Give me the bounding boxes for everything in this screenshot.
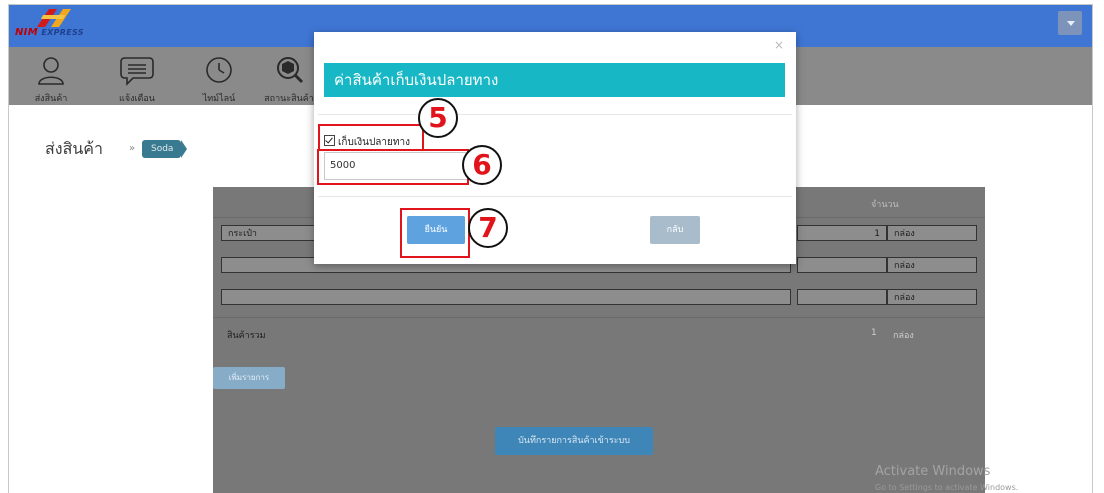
chevron-down-icon [1067,21,1075,26]
logo-mark-icon [37,9,71,27]
nav-item-label: ส่งสินค้า [34,94,68,104]
cod-modal: × ค่าสินค้าเก็บเงินปลายทาง เก็บเงินปลายท… [314,32,796,264]
cod-checkbox[interactable] [324,135,335,146]
step-6-marker: 6 [462,145,502,185]
item-name-input[interactable] [221,289,791,305]
confirm-button[interactable]: ยืนยัน [407,216,465,244]
logo-word: NIM [15,27,38,38]
logo-text: NIM EXPRESS [15,27,84,38]
cod-checkbox-label: เก็บเงินปลายทาง [338,137,410,148]
unit-value: กล่อง [894,229,915,239]
breadcrumb-tag[interactable]: Soda [142,140,188,158]
unit-value: กล่อง [894,261,915,271]
message-icon [120,57,154,86]
nim-express-logo[interactable]: NIM EXPRESS [15,7,101,45]
unit-field: กล่อง [887,225,977,241]
nav-item-notifications[interactable]: แจ้งเตือน [97,47,177,105]
qty-input[interactable] [797,257,887,273]
breadcrumb-separator: » [129,143,136,154]
cod-checkbox-row[interactable]: เก็บเงินปลายทาง [324,135,410,149]
divider [318,114,792,115]
cod-amount-value: 5000 [330,160,356,171]
table-row: กล่อง [213,281,985,313]
nav-item-label: แจ้งเตือน [119,94,155,104]
qty-header: จำนวน [871,200,899,210]
logo-word2: EXPRESS [41,28,84,37]
qty-value: 1 [874,229,880,239]
cod-amount-input[interactable]: 5000 [324,152,470,180]
item-name-value: กระเป๋า [228,229,257,239]
windows-activation-text: Activate Windows [875,464,991,479]
step-5-marker: 5 [418,98,458,138]
user-icon [38,57,64,85]
unit-field: กล่อง [887,289,977,305]
nav-item-timeline[interactable]: ไทม์ไลน์ [179,47,259,105]
qty-input[interactable]: 1 [797,225,887,241]
back-button[interactable]: กลับ [650,216,700,244]
clock-icon [206,57,232,83]
user-menu-button[interactable] [1058,11,1082,35]
save-items-button[interactable]: บันทึกรายการสินค้าเข้าระบบ [495,427,653,455]
nav-item-send[interactable]: ส่งสินค้า [11,47,91,105]
windows-activation-subtext: Go to Settings to activate Windows. [875,483,1019,492]
nav-item-label: ไทม์ไลน์ [202,94,236,104]
total-label: สินค้ารวม [227,331,266,341]
package-search-icon [277,57,304,84]
page-title: ส่งสินค้า [45,139,103,158]
modal-title: ค่าสินค้าเก็บเงินปลายทาง [324,63,785,97]
total-row: สินค้ารวม 1 กล่อง [213,317,985,350]
step-7-marker: 7 [468,208,508,248]
unit-field: กล่อง [887,257,977,273]
total-qty: 1 [871,328,877,338]
add-item-button[interactable]: เพิ่มรายการ [213,367,285,389]
qty-input[interactable] [797,289,887,305]
divider [318,196,792,197]
unit-value: กล่อง [894,293,915,303]
total-unit: กล่อง [893,331,914,341]
close-icon[interactable]: × [774,38,784,52]
